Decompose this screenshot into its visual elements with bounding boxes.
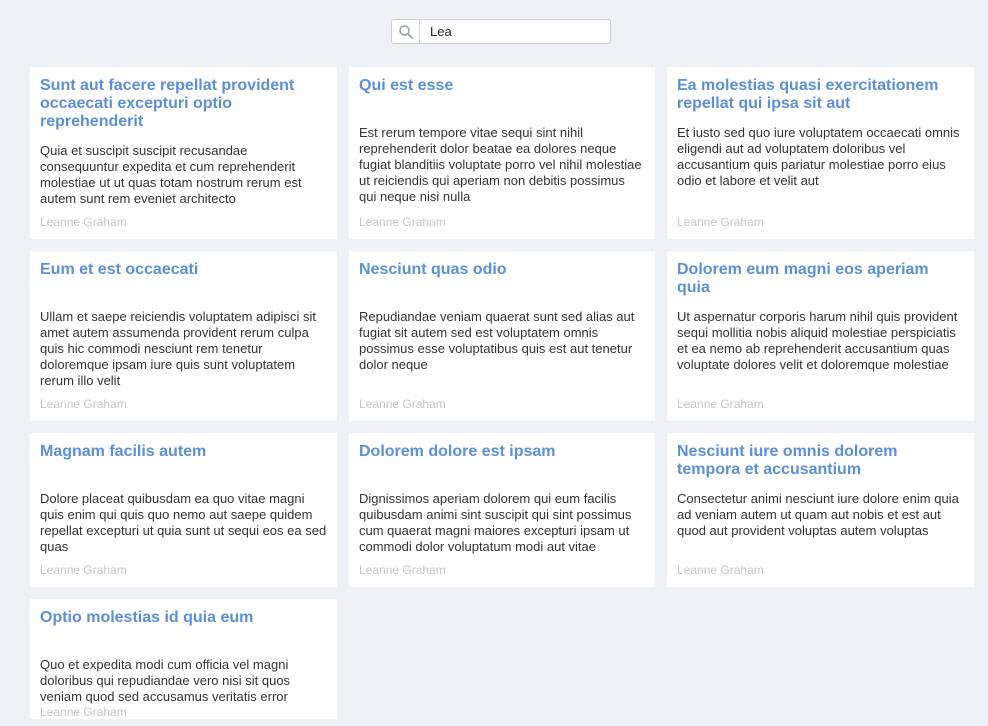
post-body: Ut aspernatur corporis harum nihil quis …: [677, 309, 958, 372]
post-title[interactable]: Qui est esse: [359, 77, 645, 95]
post-body: Quo et expedita modi cum officia vel mag…: [40, 657, 291, 704]
post-body: Et iusto sed quo iure voluptatem occaeca…: [677, 125, 960, 188]
post-author: Leanne Graham: [40, 563, 127, 577]
post-author: Leanne Graham: [677, 215, 764, 229]
post-author: Leanne Graham: [40, 215, 127, 229]
post-card[interactable]: Optio molestias id quia eum Quo et exped…: [30, 599, 337, 719]
post-title[interactable]: Ea molestias quasi exercitationem repell…: [677, 77, 964, 113]
post-author: Leanne Graham: [359, 215, 446, 229]
post-card[interactable]: Qui est esse Est rerum tempore vitae seq…: [349, 67, 655, 239]
post-grid: Sunt aut facere repellat provident occae…: [30, 67, 974, 719]
search-icon: [392, 20, 420, 43]
post-author: Leanne Graham: [359, 397, 446, 411]
post-body: Ullam et saepe reiciendis voluptatem adi…: [40, 309, 317, 388]
post-body: Est rerum tempore vitae sequi sint nihil…: [359, 125, 642, 204]
post-title[interactable]: Optio molestias id quia eum: [40, 609, 327, 627]
post-body: Consectetur animi nesciunt iure dolore e…: [677, 491, 959, 538]
post-author: Leanne Graham: [677, 563, 764, 577]
post-card[interactable]: Ea molestias quasi exercitationem repell…: [667, 67, 974, 239]
post-title[interactable]: Nesciunt quas odio: [359, 261, 645, 279]
post-card[interactable]: Nesciunt quas odio Repudiandae veniam qu…: [349, 251, 655, 421]
post-title[interactable]: Nesciunt iure omnis dolorem tempora et a…: [677, 443, 964, 479]
post-card[interactable]: Eum et est occaecati Ullam et saepe reic…: [30, 251, 337, 421]
post-body: Dolore placeat quibusdam ea quo vitae ma…: [40, 491, 327, 554]
search-input[interactable]: [420, 21, 610, 42]
post-card[interactable]: Dolorem eum magni eos aperiam quia Ut as…: [667, 251, 974, 421]
post-card[interactable]: Dolorem dolore est ipsam Dignissimos ape…: [349, 433, 655, 587]
post-title[interactable]: Dolorem eum magni eos aperiam quia: [677, 261, 964, 297]
post-card[interactable]: Nesciunt iure omnis dolorem tempora et a…: [667, 433, 974, 587]
post-author: Leanne Graham: [40, 397, 127, 411]
post-title[interactable]: Eum et est occaecati: [40, 261, 327, 279]
post-title[interactable]: Dolorem dolore est ipsam: [359, 443, 645, 461]
post-title[interactable]: Magnam facilis autem: [40, 443, 327, 461]
post-body: Repudiandae veniam quaerat sunt sed alia…: [359, 309, 635, 372]
post-author: Leanne Graham: [359, 563, 446, 577]
post-card[interactable]: Sunt aut facere repellat provident occae…: [30, 67, 337, 239]
post-card[interactable]: Magnam facilis autem Dolore placeat quib…: [30, 433, 337, 587]
post-title[interactable]: Sunt aut facere repellat provident occae…: [40, 77, 327, 131]
post-author: Leanne Graham: [40, 705, 127, 719]
post-body: Quia et suscipit suscipit recusandae con…: [40, 143, 302, 206]
post-author: Leanne Graham: [677, 397, 764, 411]
post-body: Dignissimos aperiam dolorem qui eum faci…: [359, 491, 632, 554]
search-box[interactable]: [391, 19, 611, 44]
